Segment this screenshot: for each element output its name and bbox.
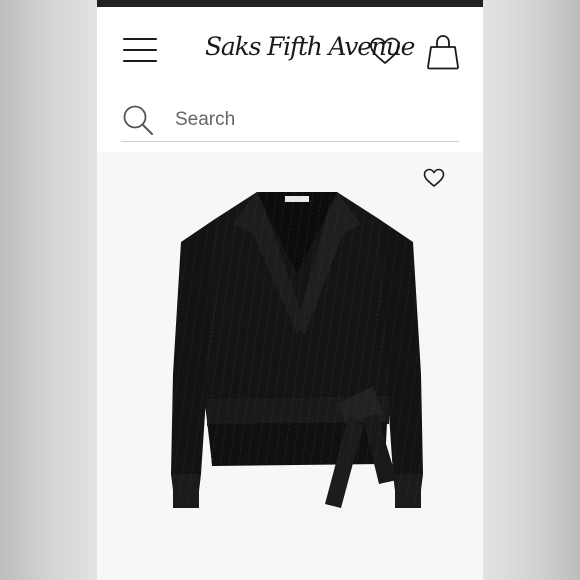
shopping-bag-icon[interactable]	[426, 34, 460, 70]
heart-icon[interactable]	[369, 36, 401, 66]
background-right	[483, 0, 580, 580]
hamburger-menu-icon[interactable]	[123, 38, 157, 62]
search-input[interactable]	[173, 108, 447, 132]
search-icon[interactable]	[122, 104, 154, 136]
status-bar	[97, 0, 483, 7]
search-bar[interactable]	[121, 99, 459, 142]
mobile-screen: Saks Fifth Avenue	[97, 0, 483, 580]
brand-logo[interactable]: Saks Fifth Avenue	[205, 30, 415, 64]
app-header: Saks Fifth Avenue	[97, 7, 483, 95]
product-photo[interactable]	[157, 174, 437, 574]
background-left	[0, 0, 97, 580]
product-image-panel	[97, 152, 483, 580]
